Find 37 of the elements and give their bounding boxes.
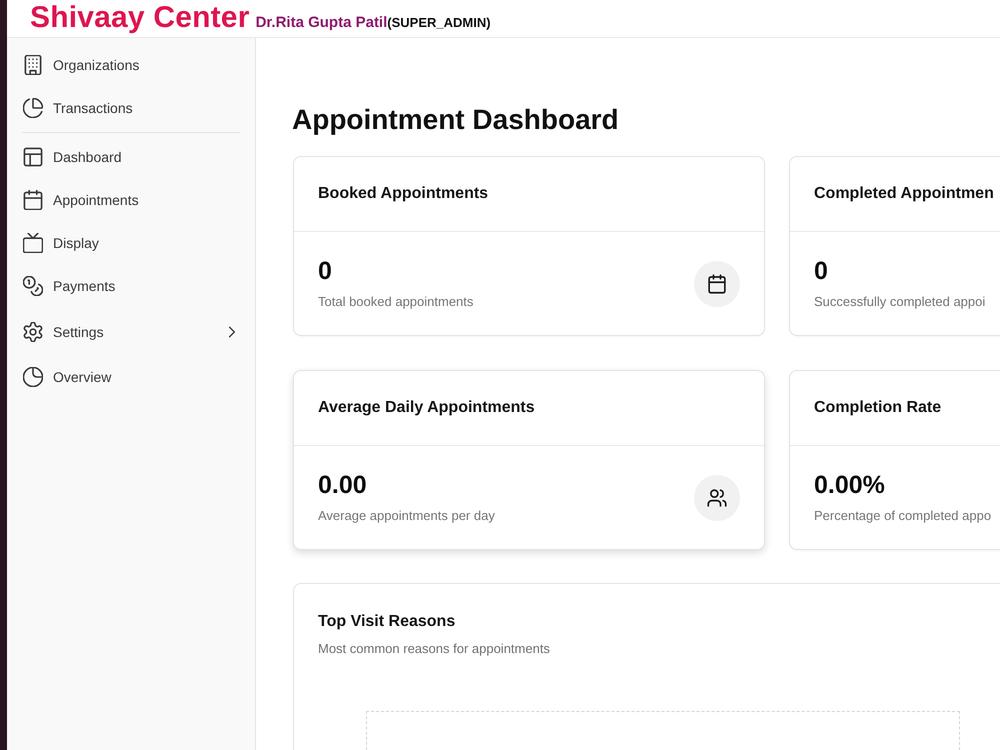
card-title: Completion Rate — [814, 399, 942, 417]
chevron-right-icon — [229, 326, 235, 338]
sidebar-item[interactable]: Organizations — [7, 43, 255, 86]
calendar-icon — [694, 260, 740, 306]
sidebar-item[interactable]: Overview — [7, 355, 255, 398]
card-title: Booked Appointments — [318, 185, 488, 203]
sidebar-item[interactable]: Dashboard — [7, 135, 255, 178]
coins-icon — [23, 276, 43, 296]
stat-caption: Percentage of completed appo — [814, 508, 992, 524]
card-title: Average Daily Appointments — [318, 399, 535, 417]
stat-value: 0.00% — [814, 471, 885, 500]
people-icon — [694, 474, 740, 520]
user-name: Dr.Rita Gupta Patil — [256, 14, 388, 31]
section-subtitle: Most common reasons for appointments — [318, 641, 550, 657]
building-icon — [23, 54, 43, 74]
app-title: Shivaay Center — [30, 1, 250, 35]
sidebar-item[interactable]: Display — [7, 221, 255, 264]
pie-chart-icon — [23, 366, 43, 386]
sidebar-item[interactable]: Payments — [7, 264, 255, 307]
calendar-icon — [23, 190, 43, 210]
section-title: Top Visit Reasons — [318, 612, 456, 632]
stat-caption: Average appointments per day — [318, 508, 495, 524]
sidebar-item[interactable]: Settings — [7, 309, 255, 355]
stat-caption: Total booked appointments — [318, 294, 474, 310]
sidebar-item[interactable]: Appointments — [7, 178, 255, 221]
sidebar-item[interactable]: Transactions — [7, 86, 255, 129]
tv-icon — [23, 232, 43, 252]
pie-chart-icon — [23, 98, 43, 118]
layout-icon — [23, 146, 43, 166]
stat-value: 0 — [814, 257, 828, 286]
stat-caption: Successfully completed appoi — [814, 294, 986, 310]
settings-icon — [23, 322, 43, 342]
user-role: (SUPER_ADMIN) — [387, 15, 491, 30]
stat-value: 0.00 — [318, 471, 367, 500]
stat-value: 0 — [318, 257, 332, 286]
page-title: Appointment Dashboard — [292, 103, 619, 137]
card-title: Completed Appointmen — [814, 185, 994, 203]
